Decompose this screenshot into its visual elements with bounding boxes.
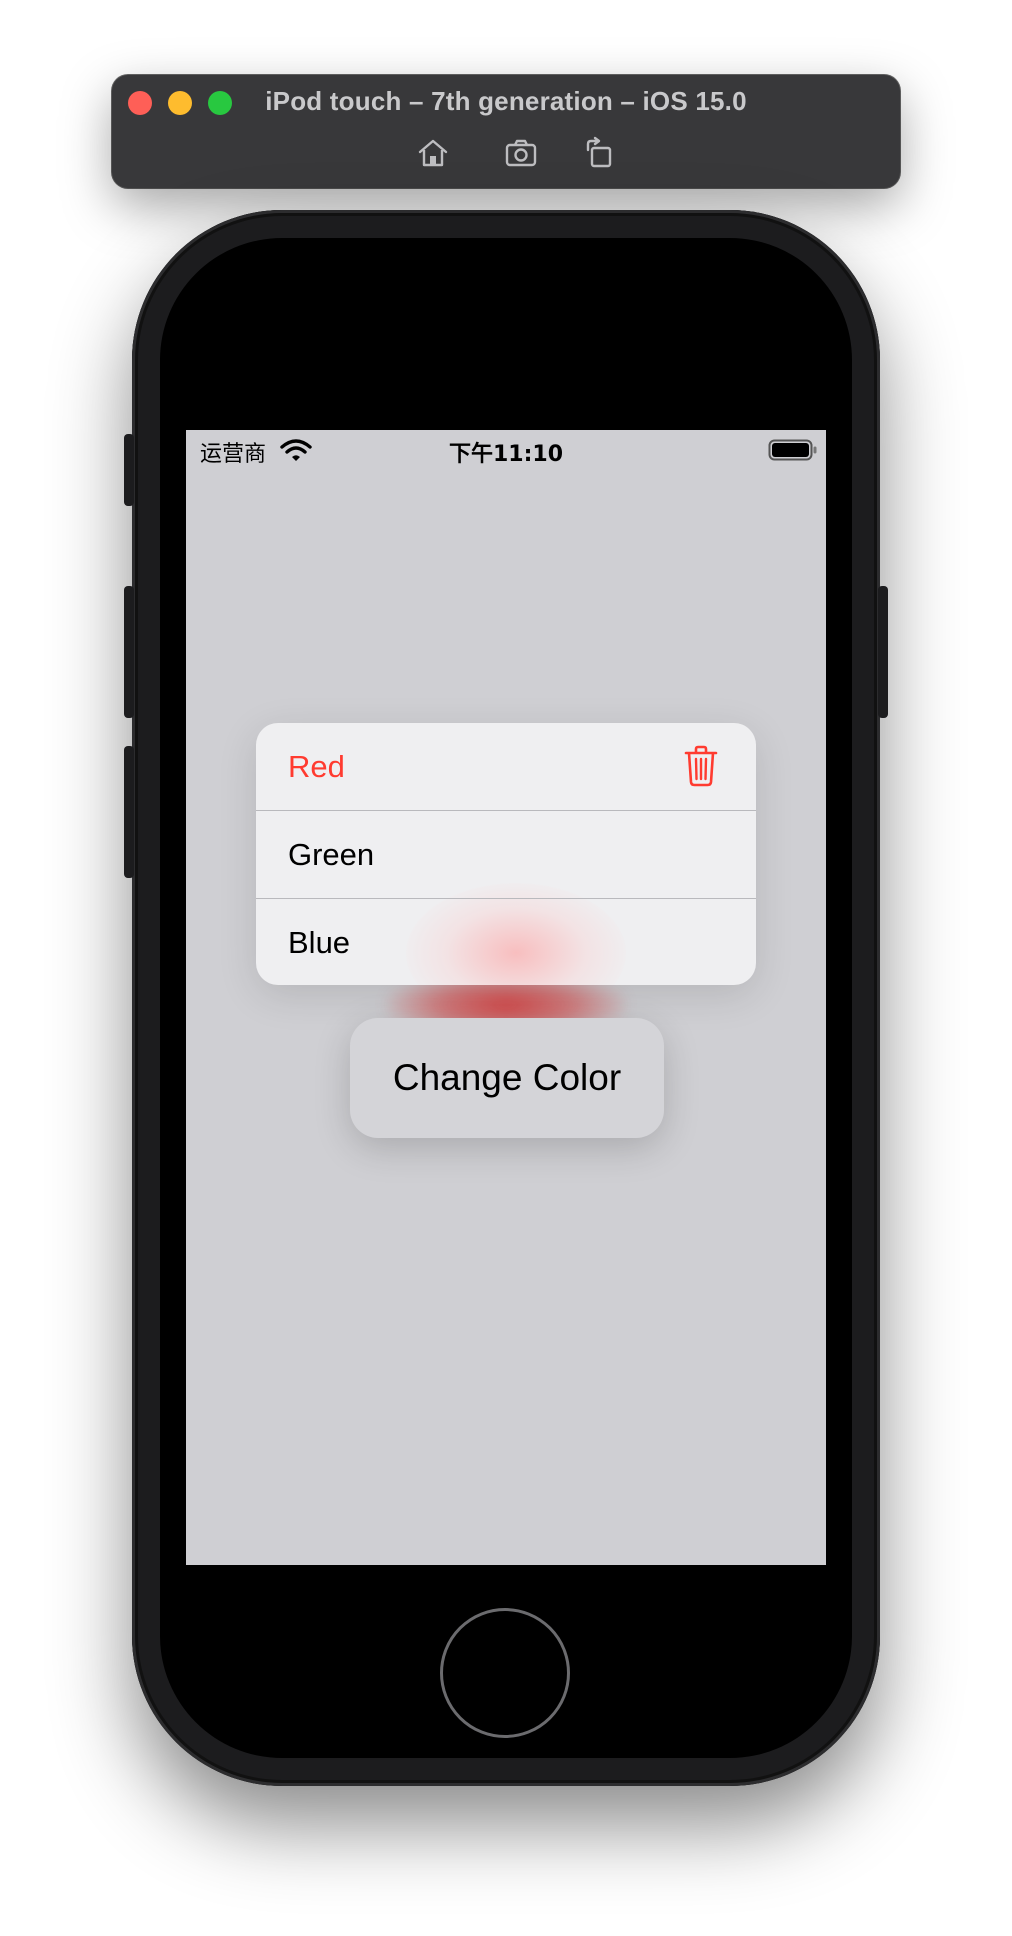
simulator-stage: iPod touch – 7th generation – iOS 15.0 运… [0, 0, 1012, 1936]
menu-item-red[interactable]: Red [256, 723, 756, 810]
battery-icon [768, 439, 817, 461]
change-color-button[interactable]: Change Color [350, 1018, 664, 1138]
mute-switch[interactable] [124, 434, 134, 506]
simulator-title: iPod touch – 7th generation – iOS 15.0 [265, 86, 747, 116]
rotate-icon[interactable] [582, 136, 616, 170]
context-menu: Red Green Blue [256, 723, 756, 985]
volume-down-button[interactable] [124, 746, 134, 878]
power-button[interactable] [878, 586, 888, 718]
trash-icon [684, 745, 718, 787]
home-icon[interactable] [416, 136, 450, 170]
menu-item-label: Blue [288, 924, 351, 960]
menu-item-label: Green [288, 836, 375, 872]
status-time: 下午11:10 [448, 442, 564, 467]
home-button[interactable] [440, 1608, 570, 1738]
volume-up-button[interactable] [124, 586, 134, 718]
menu-item-blue[interactable]: Blue [256, 899, 756, 985]
screenshot-icon[interactable] [504, 136, 538, 170]
menu-item-green[interactable]: Green [256, 811, 756, 898]
device-screen: 运营商 下午11:10 Red Green Blue Change Color [186, 430, 826, 1565]
menu-item-label: Red [288, 748, 345, 784]
status-bar: 运营商 下午11:10 [186, 430, 826, 470]
